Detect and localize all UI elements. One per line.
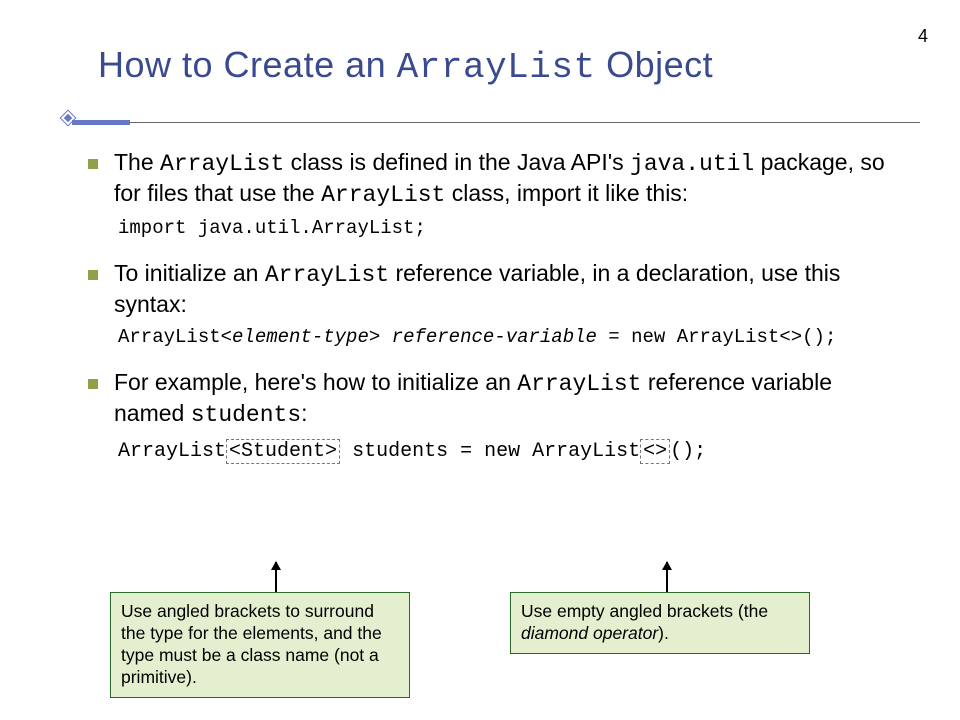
text: class, import it like this: xyxy=(445,180,688,206)
code-text: students = new ArrayList xyxy=(340,440,640,463)
angled-bracket-highlight: <Student> xyxy=(226,439,340,464)
text: To initialize an xyxy=(114,260,265,286)
callout-text: ). xyxy=(658,623,669,643)
slide: 4 How to Create an ArrayList Object The … xyxy=(0,0,960,720)
code-italic: reference-variable xyxy=(392,326,597,348)
code-line: import java.util.ArrayList; xyxy=(118,217,888,239)
code-text: > xyxy=(369,326,392,348)
bullet-text: To initialize an ArrayList reference var… xyxy=(114,259,888,320)
code-text: ArrayList xyxy=(321,182,445,208)
text: : xyxy=(301,400,307,426)
code-text: ArrayList xyxy=(160,151,284,177)
code-text: ArrayList xyxy=(265,262,389,288)
code-text: = new ArrayList<>(); xyxy=(597,326,836,348)
bullet-item: The ArrayList class is defined in the Ja… xyxy=(88,148,888,211)
code-text: (); xyxy=(670,440,706,463)
callout-text: Use angled brackets to surround the type… xyxy=(121,601,382,687)
title-pre: How to Create an xyxy=(98,44,397,85)
code-italic: element-type xyxy=(232,326,369,348)
code-text: ArrayList< xyxy=(118,326,232,348)
text: class is defined in the Java API's xyxy=(284,149,630,175)
code-text: students xyxy=(191,402,301,428)
bullet-marker-icon xyxy=(88,270,98,280)
callouts-area: Use angled brackets to surround the type… xyxy=(110,590,890,710)
text: For example, here's how to initialize an xyxy=(114,369,517,395)
arrow-icon xyxy=(666,562,668,592)
code-line: ArrayList<element-type> reference-variab… xyxy=(118,326,888,348)
bullet-item: For example, here's how to initialize an… xyxy=(88,368,888,431)
diamond-operator-highlight: <> xyxy=(640,439,670,464)
bullet-text: The ArrayList class is defined in the Ja… xyxy=(114,148,888,211)
code-text: ArrayList xyxy=(118,440,226,463)
bullet-item: To initialize an ArrayList reference var… xyxy=(88,259,888,320)
bullet-marker-icon xyxy=(88,159,98,169)
title-post: Object xyxy=(596,44,714,85)
slide-body: The ArrayList class is defined in the Ja… xyxy=(88,148,888,479)
callout-right: Use empty angled brackets (the diamond o… xyxy=(510,592,810,654)
title-code: ArrayList xyxy=(397,47,596,88)
callout-left: Use angled brackets to surround the type… xyxy=(110,592,410,698)
bullet-text: For example, here's how to initialize an… xyxy=(114,368,888,431)
code-text: ArrayList xyxy=(517,371,641,397)
text: The xyxy=(114,149,160,175)
bullet-marker-icon xyxy=(88,379,98,389)
code-text: java.util xyxy=(630,151,754,177)
arrow-icon xyxy=(275,562,277,592)
slide-title: How to Create an ArrayList Object xyxy=(98,44,713,88)
callout-italic: diamond operator xyxy=(521,623,658,643)
example-code-line: ArrayList<Student> students = new ArrayL… xyxy=(118,439,888,479)
title-underline xyxy=(72,120,130,125)
page-number: 4 xyxy=(918,26,928,47)
callout-text: Use empty angled brackets (the xyxy=(521,601,768,621)
